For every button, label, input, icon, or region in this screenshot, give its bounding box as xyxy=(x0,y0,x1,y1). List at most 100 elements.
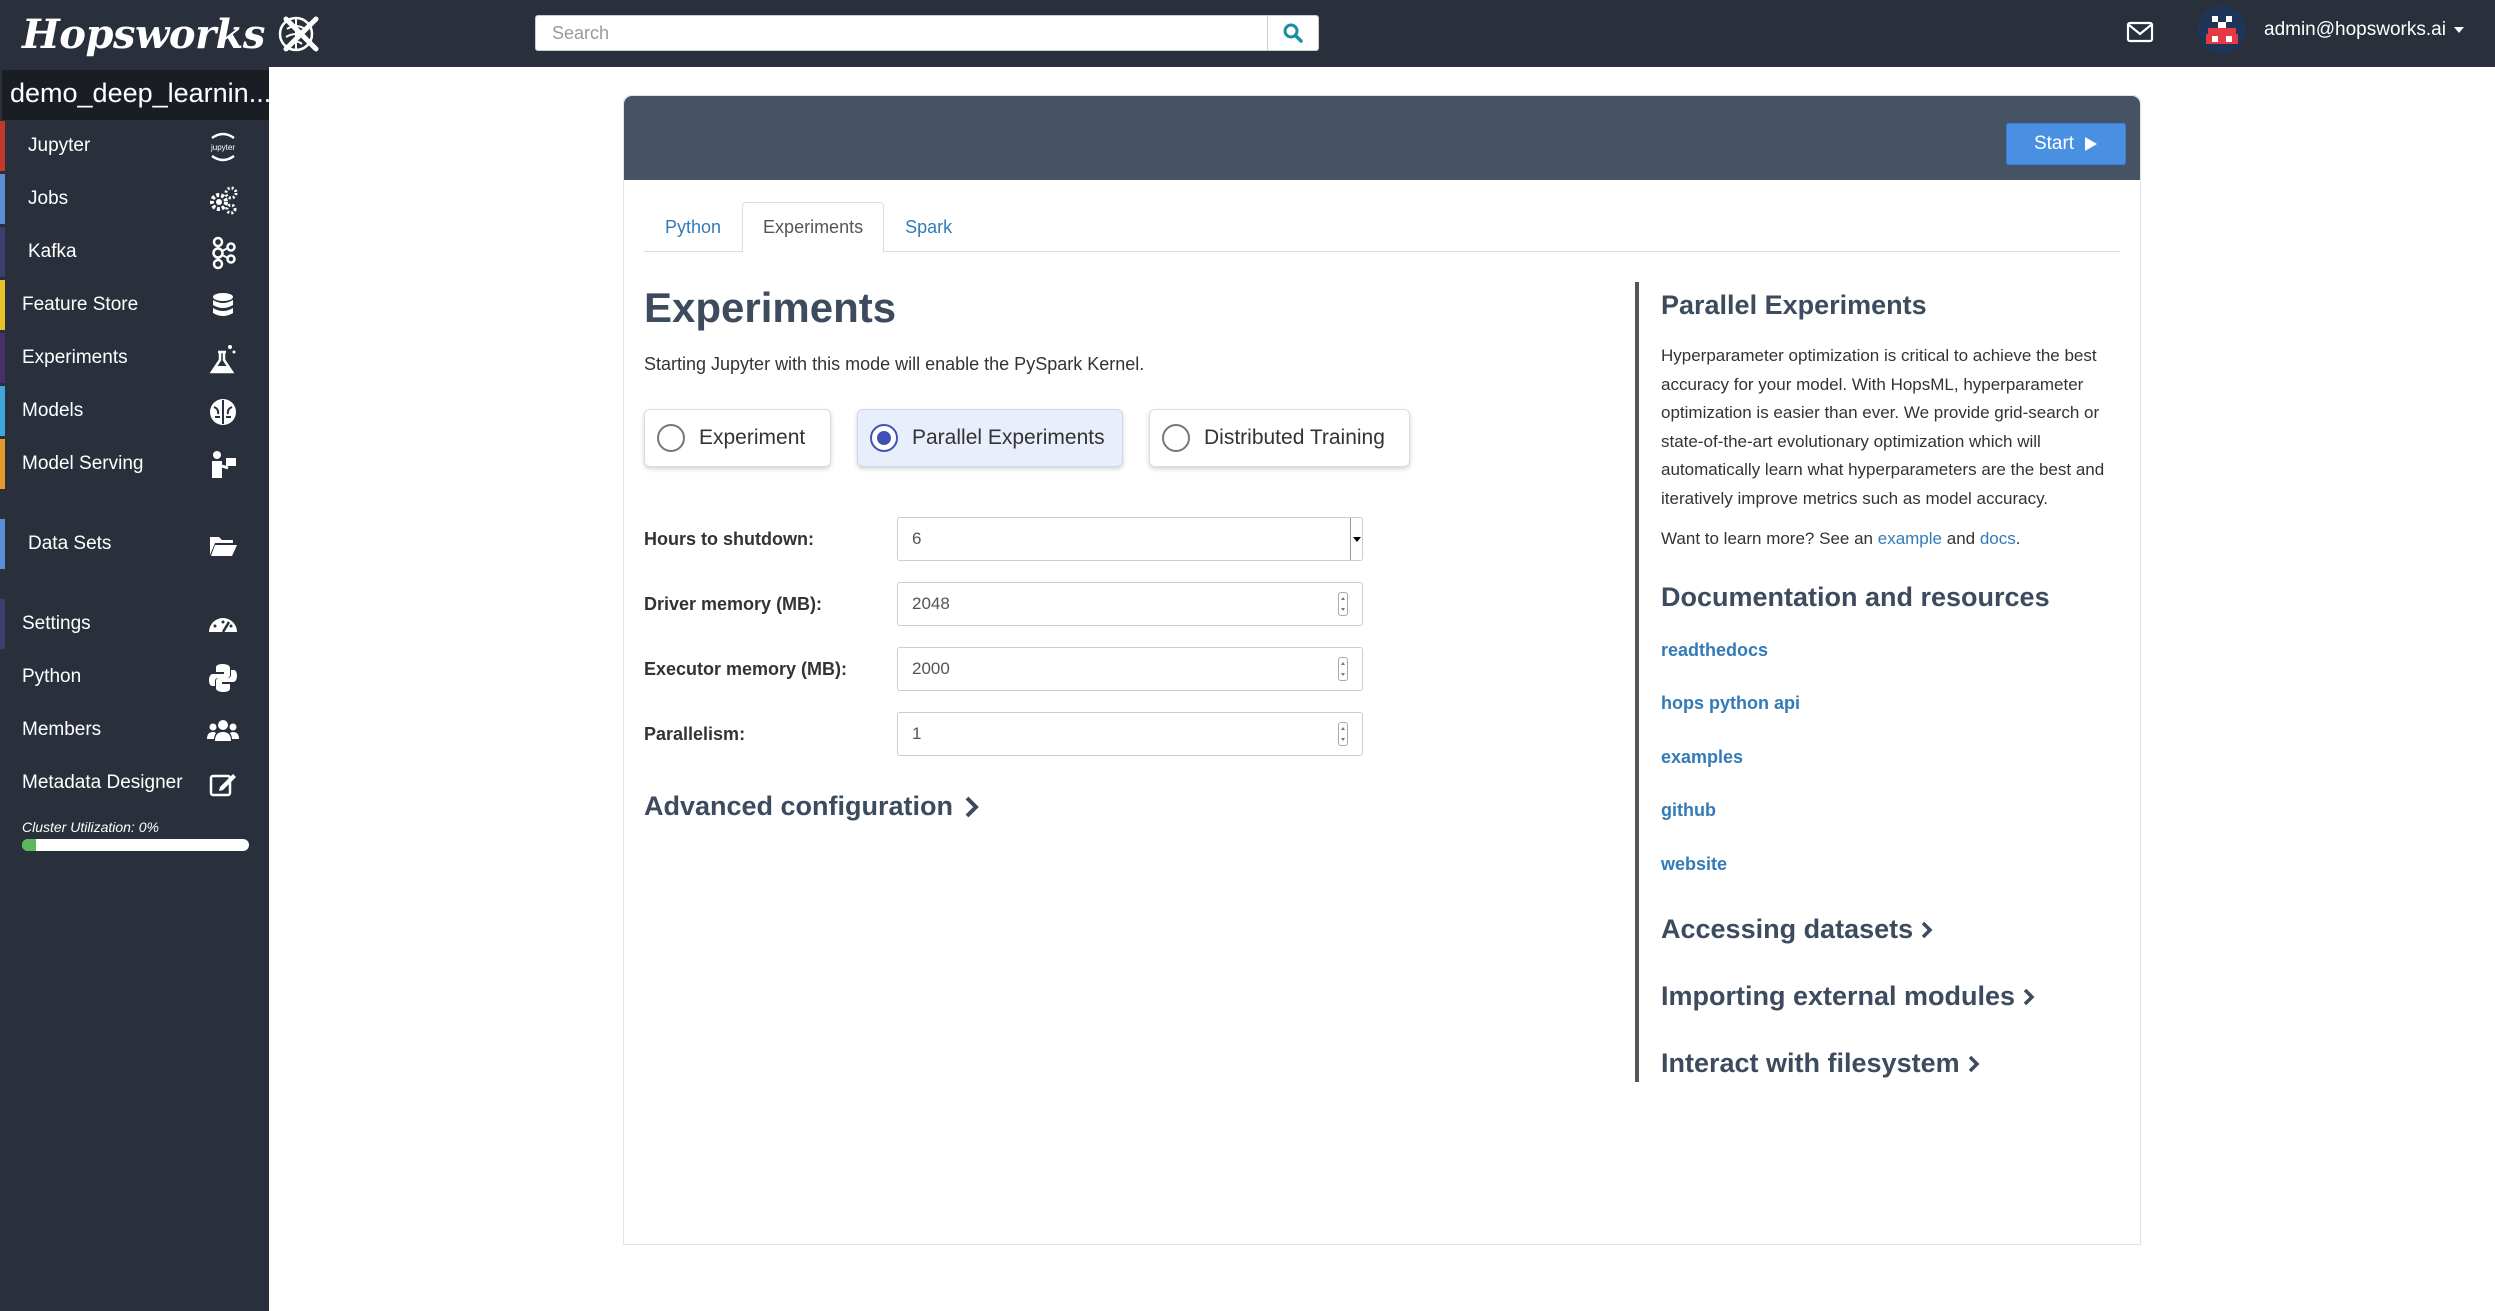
mode-option-label: Experiment xyxy=(699,426,806,449)
top-navbar: Hopsworks admin@hopsworks.ai xyxy=(0,0,2495,67)
website-link[interactable]: website xyxy=(1661,854,1727,875)
help-column: Parallel Experiments Hyperparameter opti… xyxy=(1635,282,2121,1082)
learn-more-prefix: Want to learn more? See an xyxy=(1661,529,1873,548)
learn-more-text: Want to learn more? See an example and d… xyxy=(1661,525,2021,554)
hopsworks-logo[interactable]: Hopsworks xyxy=(22,10,315,58)
mode-option-label: Distributed Training xyxy=(1204,426,1385,449)
search-button[interactable] xyxy=(1267,15,1319,51)
users-icon xyxy=(207,720,239,741)
user-menu[interactable]: admin@hopsworks.ai xyxy=(2264,19,2464,41)
examples-link[interactable]: examples xyxy=(1661,747,1743,768)
folder-open-icon xyxy=(210,537,237,556)
sidebar-item-accent xyxy=(0,652,5,702)
docs-link[interactable]: docs xyxy=(1980,529,2016,548)
mode-option-label: Parallel Experiments xyxy=(912,426,1105,449)
advanced-configuration-toggle[interactable]: Advanced configuration xyxy=(644,791,979,822)
sidebar-item-label: Jobs xyxy=(28,188,69,209)
dashboard-icon xyxy=(209,618,237,633)
mode-option-experiment[interactable]: Experiment xyxy=(644,409,831,467)
sidebar-item-python[interactable]: Python xyxy=(0,652,269,702)
mode-option-parallel-experiments[interactable]: Parallel Experiments xyxy=(857,409,1123,467)
readthedocs-link[interactable]: readthedocs xyxy=(1661,640,1768,661)
brain-icon xyxy=(210,399,236,425)
start-button-label: Start xyxy=(2033,133,2075,154)
chevron-right-icon xyxy=(1921,921,1933,938)
sidebar-item-jupyter[interactable]: Jupyter jupyter xyxy=(0,121,269,171)
sidebar-item-model-serving[interactable]: Model Serving xyxy=(0,439,269,489)
start-button[interactable]: Start xyxy=(2006,123,2126,165)
sidebar-item-accent xyxy=(0,333,5,383)
sidebar-item-models[interactable]: Models xyxy=(0,386,269,436)
hours-to-shutdown-select[interactable]: 6 xyxy=(897,517,1363,561)
sidebar-item-label: Model Serving xyxy=(22,453,144,474)
learn-more-suffix: . xyxy=(2015,529,2021,548)
sidebar-item-label: Jupyter xyxy=(28,135,91,156)
sidebar-item-label: Feature Store xyxy=(22,294,139,315)
executor-memory-input[interactable]: 2000 xyxy=(897,647,1363,691)
cluster-utilization-fill xyxy=(22,839,36,851)
sidebar-item-accent xyxy=(0,705,5,755)
example-link[interactable]: example xyxy=(1878,529,1942,548)
chevron-down-icon xyxy=(1350,518,1362,560)
sidebar: demo_deep_learnin... Jupyter jupyter Job… xyxy=(0,67,269,1311)
number-spinner[interactable] xyxy=(1338,592,1348,616)
sidebar-item-kafka[interactable]: Kafka xyxy=(0,227,269,277)
avatar-image xyxy=(2198,6,2246,54)
number-spinner[interactable] xyxy=(1338,722,1348,746)
sidebar-item-accent xyxy=(0,439,5,489)
tab-spark[interactable]: Spark xyxy=(884,202,973,253)
search-input[interactable] xyxy=(535,15,1267,51)
sidebar-item-accent xyxy=(0,599,5,649)
interact-with-filesystem-toggle[interactable]: Interact with filesystem xyxy=(1661,1048,1980,1079)
sidebar-item-experiments[interactable]: Experiments xyxy=(0,333,269,383)
learn-more-and: and xyxy=(1946,529,1976,548)
tab-experiments[interactable]: Experiments xyxy=(742,202,885,253)
sidebar-item-label: Models xyxy=(22,400,84,421)
search-icon xyxy=(1283,23,1303,43)
number-spinner[interactable] xyxy=(1338,657,1348,681)
sidebar-item-metadata-designer[interactable]: Metadata Designer xyxy=(0,758,269,808)
help-section-label: Importing external modules xyxy=(1661,981,2016,1011)
logo-text: Hopsworks xyxy=(22,10,265,58)
jupyter-icon: jupyter xyxy=(210,132,235,162)
mode-tabs: Python Experiments Spark xyxy=(644,202,2120,253)
avatar[interactable] xyxy=(2198,6,2246,54)
importing-external-modules-toggle[interactable]: Importing external modules xyxy=(1661,981,2035,1012)
close-icon[interactable] xyxy=(281,14,321,54)
mode-option-distributed-training[interactable]: Distributed Training xyxy=(1149,409,1410,467)
sidebar-item-accent xyxy=(0,519,5,569)
edit-icon xyxy=(209,774,236,797)
sidebar-item-accent xyxy=(0,280,5,330)
hops-python-api-link[interactable]: hops python api xyxy=(1661,693,1800,714)
sidebar-item-jobs[interactable]: Jobs xyxy=(0,174,269,224)
parallelism-label: Parallelism: xyxy=(644,724,746,744)
sidebar-item-label: Metadata Designer xyxy=(22,772,183,793)
sidebar-item-label: Kafka xyxy=(28,241,77,262)
radio-experiment[interactable] xyxy=(657,424,685,452)
hours-to-shutdown-label: Hours to shutdown: xyxy=(644,529,814,549)
flask-icon xyxy=(209,345,236,374)
radio-distributed-training[interactable] xyxy=(1162,424,1190,452)
sidebar-item-label: Members xyxy=(22,719,102,740)
driver-memory-value: 2048 xyxy=(912,594,950,613)
sidebar-item-label: Experiments xyxy=(22,347,128,368)
radio-parallel-experiments[interactable] xyxy=(870,424,898,452)
parallelism-input[interactable]: 1 xyxy=(897,712,1363,756)
database-icon xyxy=(213,293,233,316)
accessing-datasets-toggle[interactable]: Accessing datasets xyxy=(1661,914,1933,945)
sidebar-item-accent xyxy=(0,227,5,277)
github-link[interactable]: github xyxy=(1661,800,1716,821)
project-name[interactable]: demo_deep_learnin... xyxy=(2,70,269,120)
sidebar-item-settings[interactable]: Settings xyxy=(0,599,269,649)
driver-memory-input[interactable]: 2048 xyxy=(897,582,1363,626)
jupyter-start-panel: Start Python Experiments Spark Experimen… xyxy=(623,95,2141,1245)
sidebar-item-data-sets[interactable]: Data Sets xyxy=(0,519,269,569)
sidebar-item-members[interactable]: Members xyxy=(0,705,269,755)
help-body: Hyperparameter optimization is critical … xyxy=(1661,346,2105,508)
executor-memory-label: Executor memory (MB): xyxy=(644,659,848,679)
help-title: Parallel Experiments xyxy=(1661,290,1927,320)
mail-icon[interactable] xyxy=(2126,20,2154,44)
tab-python[interactable]: Python xyxy=(644,202,742,253)
sidebar-item-label: Settings xyxy=(22,613,91,634)
sidebar-item-feature-store[interactable]: Feature Store xyxy=(0,280,269,330)
